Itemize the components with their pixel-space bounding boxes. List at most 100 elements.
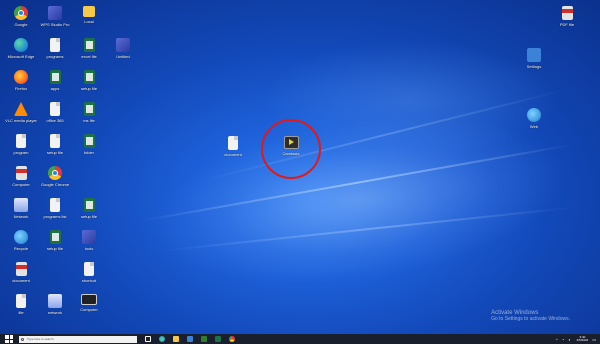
- desktop-icon-label: Google: [14, 22, 28, 27]
- desktop-icon[interactable]: programs: [38, 38, 72, 59]
- notification-icon[interactable]: ▭: [592, 337, 596, 342]
- desktop-icon-label: setup file: [46, 150, 63, 155]
- desktop-icon-label: Google Chrome: [40, 182, 70, 187]
- app-icon: [48, 6, 62, 20]
- desktop-icon[interactable]: apps: [38, 70, 72, 91]
- app-icon: [82, 230, 96, 244]
- excel-taskbar-icon[interactable]: [215, 336, 221, 342]
- desktop-icon[interactable]: tools: [72, 230, 106, 251]
- taskbar-clock[interactable]: 3:40 4/5/2022: [577, 336, 589, 342]
- desktop-icon-label: shortcut: [81, 278, 97, 283]
- desktop-icon[interactable]: Local: [72, 6, 106, 24]
- globe-icon: [14, 230, 28, 244]
- task-view-icon[interactable]: [145, 336, 151, 342]
- doc-icon: [228, 136, 238, 150]
- desktop-icon-label: network: [47, 310, 62, 315]
- desktop-icon[interactable]: setup file: [38, 134, 72, 155]
- pdf-icon: [561, 6, 573, 20]
- taskbar-search-box[interactable]: Type here to search: [19, 335, 137, 343]
- clock-date: 4/5/2022: [576, 338, 589, 342]
- desktop-icon[interactable]: shortcut: [72, 262, 106, 283]
- desktop-icon[interactable]: Untitled: [106, 38, 140, 59]
- excel-icon: [49, 70, 61, 84]
- taskbar: Type here to search ^ ◔ ◖ 3:40 4/5/2022 …: [0, 334, 600, 344]
- desktop-icon[interactable]: Settings: [517, 48, 551, 69]
- desktop-icon[interactable]: Computer: [72, 294, 106, 312]
- desktop-icon[interactable]: VLC media player: [4, 102, 38, 123]
- desktop-icon[interactable]: PDF file: [550, 6, 584, 27]
- globe-icon: [527, 108, 541, 122]
- desktop-icon-label: WPS Studio Pro: [40, 22, 70, 27]
- mail-taskbar-icon[interactable]: [201, 336, 207, 342]
- desktop-icon[interactable]: Web: [517, 108, 551, 129]
- desktop-icon[interactable]: setup file: [72, 198, 106, 219]
- desktop-icon-label: apps: [50, 86, 60, 91]
- edge-icon: [14, 38, 28, 52]
- desktop-icon[interactable]: ms file: [72, 102, 106, 123]
- desktop-icon[interactable]: Google: [4, 6, 38, 27]
- desktop-icon-label: programs: [46, 54, 64, 59]
- edge-taskbar-icon[interactable]: [159, 336, 165, 342]
- desktop-icon-label: Web: [529, 124, 539, 129]
- start-button[interactable]: [5, 335, 13, 343]
- desktop-icon-label: document: [224, 152, 242, 157]
- desktop-icon[interactable]: network: [38, 294, 72, 315]
- pdf-icon: [15, 262, 27, 276]
- pdf-icon: [15, 166, 27, 180]
- file-explorer-taskbar-icon[interactable]: [173, 336, 179, 342]
- desktop-icon-label: programs list: [43, 214, 67, 219]
- volume-icon[interactable]: ◖: [568, 337, 570, 342]
- desktop-icon[interactable]: Computer: [4, 166, 38, 187]
- doc-icon: [50, 102, 60, 116]
- firefox-icon: [14, 70, 28, 84]
- desktop-icon-label: setup file: [80, 86, 97, 91]
- desktop-icon-label: Firefox: [14, 86, 28, 91]
- desktop-icon[interactable]: setup file: [38, 230, 72, 251]
- desktop-icon[interactable]: office 365: [38, 102, 72, 123]
- desktop-icon[interactable]: folder: [72, 134, 106, 155]
- vlc-icon: [14, 102, 28, 116]
- desktop-icon[interactable]: Network: [4, 198, 38, 219]
- desktop-icon[interactable]: Recycle: [4, 230, 38, 251]
- desktop-icon[interactable]: file: [4, 294, 38, 315]
- chevron-up-icon[interactable]: ^: [556, 337, 558, 342]
- doc-icon: [16, 294, 26, 308]
- desktop-icon[interactable]: setup file: [72, 70, 106, 91]
- excel-icon: [83, 70, 95, 84]
- network-icon[interactable]: ◔: [562, 337, 564, 342]
- desktop-icon[interactable]: document: [4, 262, 38, 283]
- chrome-icon: [14, 6, 28, 20]
- desktop-icon-label: ms file: [83, 118, 95, 123]
- chrome-taskbar-icon[interactable]: [229, 336, 235, 342]
- desktop-icon-label: PDF file: [559, 22, 575, 27]
- desktop-icon[interactable]: Firefox: [4, 70, 38, 91]
- highlight-circle: [261, 119, 321, 179]
- desktop-icon-label: setup file: [46, 246, 63, 251]
- desktop-icon[interactable]: WPS Studio Pro: [38, 6, 72, 27]
- excel-icon: [83, 134, 95, 148]
- monitor-icon: [81, 294, 97, 305]
- folder-icon: [83, 6, 95, 17]
- desktop-icon-label: document: [12, 278, 30, 283]
- desktop-icon-label: file: [18, 310, 24, 315]
- excel-icon: [83, 38, 95, 52]
- desktop-icon-label: Network: [13, 214, 29, 219]
- desktop: Google WPS Studio Pro Local Microsoft Edge p…: [0, 0, 600, 344]
- desktop-icon-label: Microsoft Edge: [7, 54, 35, 59]
- excel-icon: [83, 102, 95, 116]
- desktop-icon[interactable]: program: [4, 134, 38, 155]
- desktop-icon[interactable]: document: [216, 136, 250, 157]
- doc-icon: [50, 38, 60, 52]
- desktop-icon-label: Settings: [526, 64, 542, 69]
- store-taskbar-icon[interactable]: [187, 336, 193, 342]
- desktop-icon-label: office 365: [46, 118, 64, 123]
- desktop-icon-label: tools: [84, 246, 94, 251]
- desktop-icon[interactable]: Microsoft Edge: [4, 38, 38, 59]
- desktop-icon[interactable]: excel file: [72, 38, 106, 59]
- desktop-icon-label: Untitled: [116, 54, 130, 59]
- settings-icon: [527, 48, 541, 62]
- desktop-icon[interactable]: Google Chrome: [38, 166, 72, 187]
- desktop-icon[interactable]: programs list: [38, 198, 72, 219]
- network-icon: [48, 294, 62, 308]
- desktop-icon-label: Local: [84, 19, 94, 24]
